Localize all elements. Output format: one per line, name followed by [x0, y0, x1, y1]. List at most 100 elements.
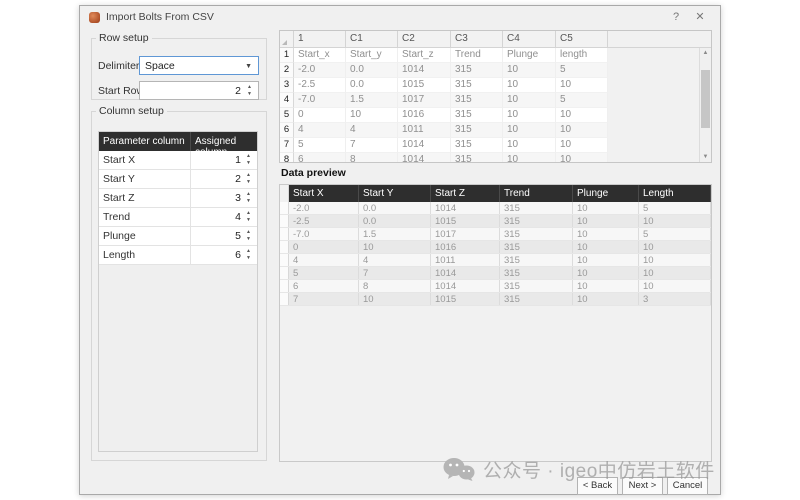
preview-cell[interactable]: 10: [639, 280, 711, 292]
csv-cell[interactable]: Plunge: [503, 48, 556, 63]
preview-cell[interactable]: 10: [639, 215, 711, 227]
preview-cell[interactable]: 1014: [431, 202, 500, 214]
preview-cell[interactable]: 10: [573, 293, 639, 305]
csv-cell[interactable]: 5: [556, 63, 608, 78]
preview-cell[interactable]: 3: [639, 293, 711, 305]
row-number-cell[interactable]: 3: [280, 78, 294, 93]
preview-cell[interactable]: -2.0: [289, 202, 359, 214]
preview-cell[interactable]: 4: [289, 254, 359, 266]
preview-cell[interactable]: 315: [500, 202, 573, 214]
csv-cell[interactable]: 1016: [398, 108, 451, 123]
row-number-cell[interactable]: 5: [280, 108, 294, 123]
csv-cell[interactable]: 10: [556, 138, 608, 153]
help-button[interactable]: ?: [668, 10, 684, 25]
preview-column-header[interactable]: Start Y: [359, 185, 431, 202]
csv-cell[interactable]: Start_x: [294, 48, 346, 63]
cancel-button[interactable]: Cancel: [667, 477, 708, 495]
csv-cell[interactable]: 0: [294, 108, 346, 123]
preview-column-header[interactable]: Trend: [500, 185, 573, 202]
spinner-arrows[interactable]: ▲▼: [243, 210, 254, 224]
preview-cell[interactable]: 10: [359, 293, 431, 305]
preview-cell[interactable]: 10: [573, 241, 639, 253]
csv-cell[interactable]: Start_z: [398, 48, 451, 63]
csv-cell[interactable]: 315: [451, 153, 503, 163]
csv-cell[interactable]: 1014: [398, 63, 451, 78]
csv-column-header[interactable]: C2: [398, 31, 451, 48]
preview-column-header[interactable]: Start X: [289, 185, 359, 202]
delimiter-select[interactable]: Space ▼: [139, 56, 259, 75]
preview-column-header[interactable]: Start Z: [431, 185, 500, 202]
preview-cell[interactable]: 10: [573, 267, 639, 279]
preview-cell[interactable]: 10: [639, 241, 711, 253]
preview-cell[interactable]: -2.5: [289, 215, 359, 227]
preview-cell[interactable]: 10: [639, 267, 711, 279]
preview-cell[interactable]: 10: [573, 280, 639, 292]
assigned-column-spinbox[interactable]: 2▲▼: [191, 170, 257, 188]
preview-cell[interactable]: 0.0: [359, 215, 431, 227]
csv-cell[interactable]: 10: [556, 123, 608, 138]
csv-cell[interactable]: 1015: [398, 78, 451, 93]
start-row-spinner[interactable]: ▲ ▼: [244, 84, 255, 97]
csv-cell[interactable]: 315: [451, 108, 503, 123]
preview-cell[interactable]: 10: [573, 254, 639, 266]
spin-up-icon[interactable]: ▲: [243, 249, 254, 254]
preview-cell[interactable]: 10: [573, 215, 639, 227]
close-button[interactable]: ✕: [692, 10, 708, 25]
spinner-arrows[interactable]: ▲▼: [243, 153, 254, 167]
csv-cell[interactable]: 6: [294, 153, 346, 163]
preview-cell[interactable]: 10: [359, 241, 431, 253]
csv-cell[interactable]: 1014: [398, 153, 451, 163]
csv-cell[interactable]: 10: [556, 78, 608, 93]
csv-cell[interactable]: 1011: [398, 123, 451, 138]
preview-cell[interactable]: 1.5: [359, 228, 431, 240]
csv-column-header[interactable]: 1: [294, 31, 346, 48]
preview-column-header[interactable]: Length: [639, 185, 711, 202]
preview-cell[interactable]: 1016: [431, 241, 500, 253]
csv-column-header[interactable]: C1: [346, 31, 398, 48]
spinner-arrows[interactable]: ▲▼: [243, 172, 254, 186]
spin-down-icon[interactable]: ▼: [243, 237, 254, 242]
preview-cell[interactable]: 8: [359, 280, 431, 292]
csv-cell[interactable]: 1017: [398, 93, 451, 108]
spin-up-icon[interactable]: ▲: [243, 154, 254, 159]
csv-cell[interactable]: 1014: [398, 138, 451, 153]
spinner-arrows[interactable]: ▲▼: [243, 248, 254, 262]
next-button[interactable]: Next >: [622, 477, 663, 495]
spin-down-icon[interactable]: ▼: [243, 180, 254, 185]
csv-cell[interactable]: 10: [503, 108, 556, 123]
preview-cell[interactable]: 4: [359, 254, 431, 266]
csv-cell[interactable]: 315: [451, 78, 503, 93]
preview-cell[interactable]: 1015: [431, 293, 500, 305]
preview-cell[interactable]: 315: [500, 228, 573, 240]
csv-cell[interactable]: Trend: [451, 48, 503, 63]
csv-cell[interactable]: 10: [503, 138, 556, 153]
scrollbar-thumb[interactable]: [701, 70, 710, 128]
csv-cell[interactable]: 10: [346, 108, 398, 123]
start-row-input[interactable]: 2 ▲ ▼: [139, 81, 259, 100]
csv-cell[interactable]: 315: [451, 123, 503, 138]
csv-cell[interactable]: 0.0: [346, 63, 398, 78]
spinner-arrows[interactable]: ▲▼: [243, 191, 254, 205]
preview-cell[interactable]: 5: [289, 267, 359, 279]
csv-cell[interactable]: -2.0: [294, 63, 346, 78]
preview-cell[interactable]: 315: [500, 280, 573, 292]
spin-down-icon[interactable]: ▼: [243, 218, 254, 223]
row-number-cell[interactable]: 6: [280, 123, 294, 138]
spin-up-icon[interactable]: ▲: [243, 211, 254, 216]
csv-grid[interactable]: 1C1C2C3C4C51Start_xStart_yStart_zTrendPl…: [279, 30, 712, 163]
preview-cell[interactable]: 1011: [431, 254, 500, 266]
spin-down-icon[interactable]: ▼: [243, 199, 254, 204]
preview-cell[interactable]: 10: [639, 254, 711, 266]
csv-cell[interactable]: 10: [503, 153, 556, 163]
preview-cell[interactable]: 10: [573, 228, 639, 240]
titlebar[interactable]: Import Bolts From CSV ? ✕: [80, 6, 720, 28]
csv-cell[interactable]: 7: [346, 138, 398, 153]
preview-cell[interactable]: 5: [639, 228, 711, 240]
csv-cell[interactable]: 8: [346, 153, 398, 163]
row-number-cell[interactable]: 8: [280, 153, 294, 163]
csv-cell[interactable]: 0.0: [346, 78, 398, 93]
preview-cell[interactable]: 5: [639, 202, 711, 214]
spin-down-icon[interactable]: ▼: [243, 161, 254, 166]
preview-cell[interactable]: 6: [289, 280, 359, 292]
csv-cell[interactable]: 10: [556, 153, 608, 163]
